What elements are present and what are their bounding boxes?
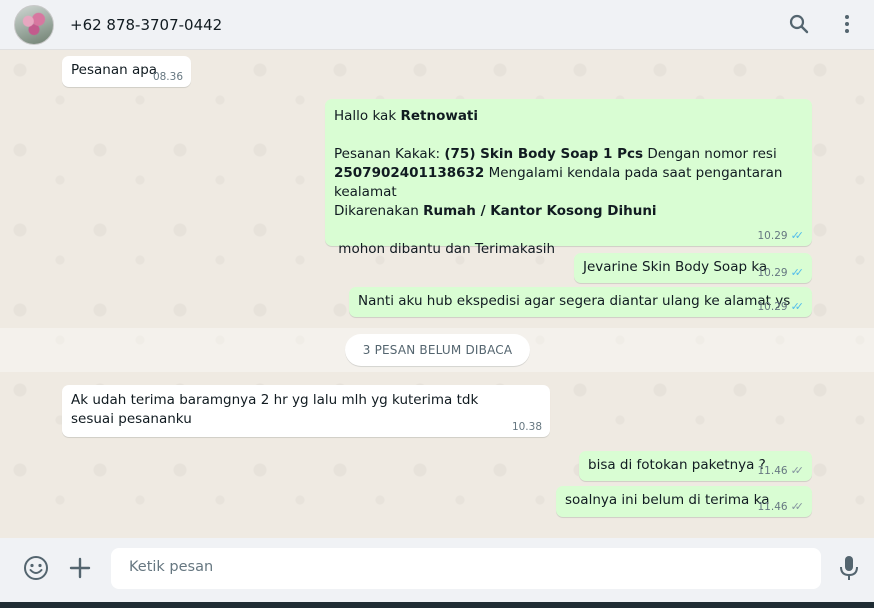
- message-time: 10.38: [511, 421, 542, 433]
- composer-bar: Ketik pesan: [0, 538, 874, 602]
- message-text: Jevarine Skin Body Soap ka: [583, 259, 768, 275]
- message-text: bisa di fotokan paketnya ?: [588, 457, 766, 473]
- message-text: Nanti aku hub ekspedisi agar segera dian…: [358, 293, 791, 309]
- message-outgoing[interactable]: Jevarine Skin Body Soap ka 10.29 ✓✓: [574, 253, 812, 283]
- header-actions: [786, 10, 860, 38]
- message-outgoing[interactable]: soalnya ini belum di terima ka 11.46 ✓✓: [556, 486, 812, 517]
- chat-header: +62 878-3707-0442: [0, 0, 874, 50]
- delivered-ticks-icon: ✓✓: [790, 500, 805, 513]
- read-ticks-icon: ✓✓: [790, 229, 805, 242]
- message-time: 10.29: [757, 301, 788, 313]
- message-time: 10.29: [757, 267, 788, 279]
- message-text: Ak udah terima baramgnya 2 hr yg lalu ml…: [71, 392, 479, 427]
- message-time: 08.36: [152, 71, 183, 83]
- contact-avatar[interactable]: [14, 4, 54, 45]
- message-outgoing[interactable]: Hallo kak Retnowati Pesanan Kakak: (75) …: [325, 99, 812, 257]
- search-icon[interactable]: [786, 10, 812, 38]
- message-outgoing[interactable]: Nanti aku hub ekspedisi agar segera dian…: [349, 287, 812, 317]
- message-time: 10.29: [757, 230, 788, 242]
- unread-messages-badge: 3 PESAN BELUM DIBACA: [345, 334, 530, 366]
- message-text: Hallo kak Retnowati: [334, 108, 479, 124]
- menu-icon[interactable]: [834, 10, 860, 38]
- read-ticks-icon: ✓✓: [790, 266, 805, 279]
- message-input[interactable]: Ketik pesan: [111, 548, 821, 589]
- mic-icon[interactable]: [838, 554, 860, 586]
- emoji-icon[interactable]: [22, 554, 50, 586]
- message-outgoing[interactable]: bisa di fotokan paketnya ? 11.46 ✓✓: [579, 451, 812, 481]
- window-bottom-edge: [0, 602, 874, 608]
- message-incoming[interactable]: Pesanan apa 08.36: [62, 56, 191, 87]
- contact-name[interactable]: +62 878-3707-0442: [70, 16, 222, 34]
- message-text: soalnya ini belum di terima ka: [565, 492, 770, 508]
- message-time: 11.46: [757, 501, 788, 513]
- message-incoming[interactable]: Ak udah terima baramgnya 2 hr yg lalu ml…: [62, 385, 550, 437]
- message-text: Pesanan apa: [71, 62, 158, 78]
- chat-area[interactable]: Pesanan apa 08.36 Hallo kak Retnowati Pe…: [0, 50, 874, 538]
- read-ticks-icon: ✓✓: [790, 300, 805, 313]
- plus-icon[interactable]: [67, 555, 93, 585]
- message-time: 11.46: [757, 465, 788, 477]
- delivered-ticks-icon: ✓✓: [790, 464, 805, 477]
